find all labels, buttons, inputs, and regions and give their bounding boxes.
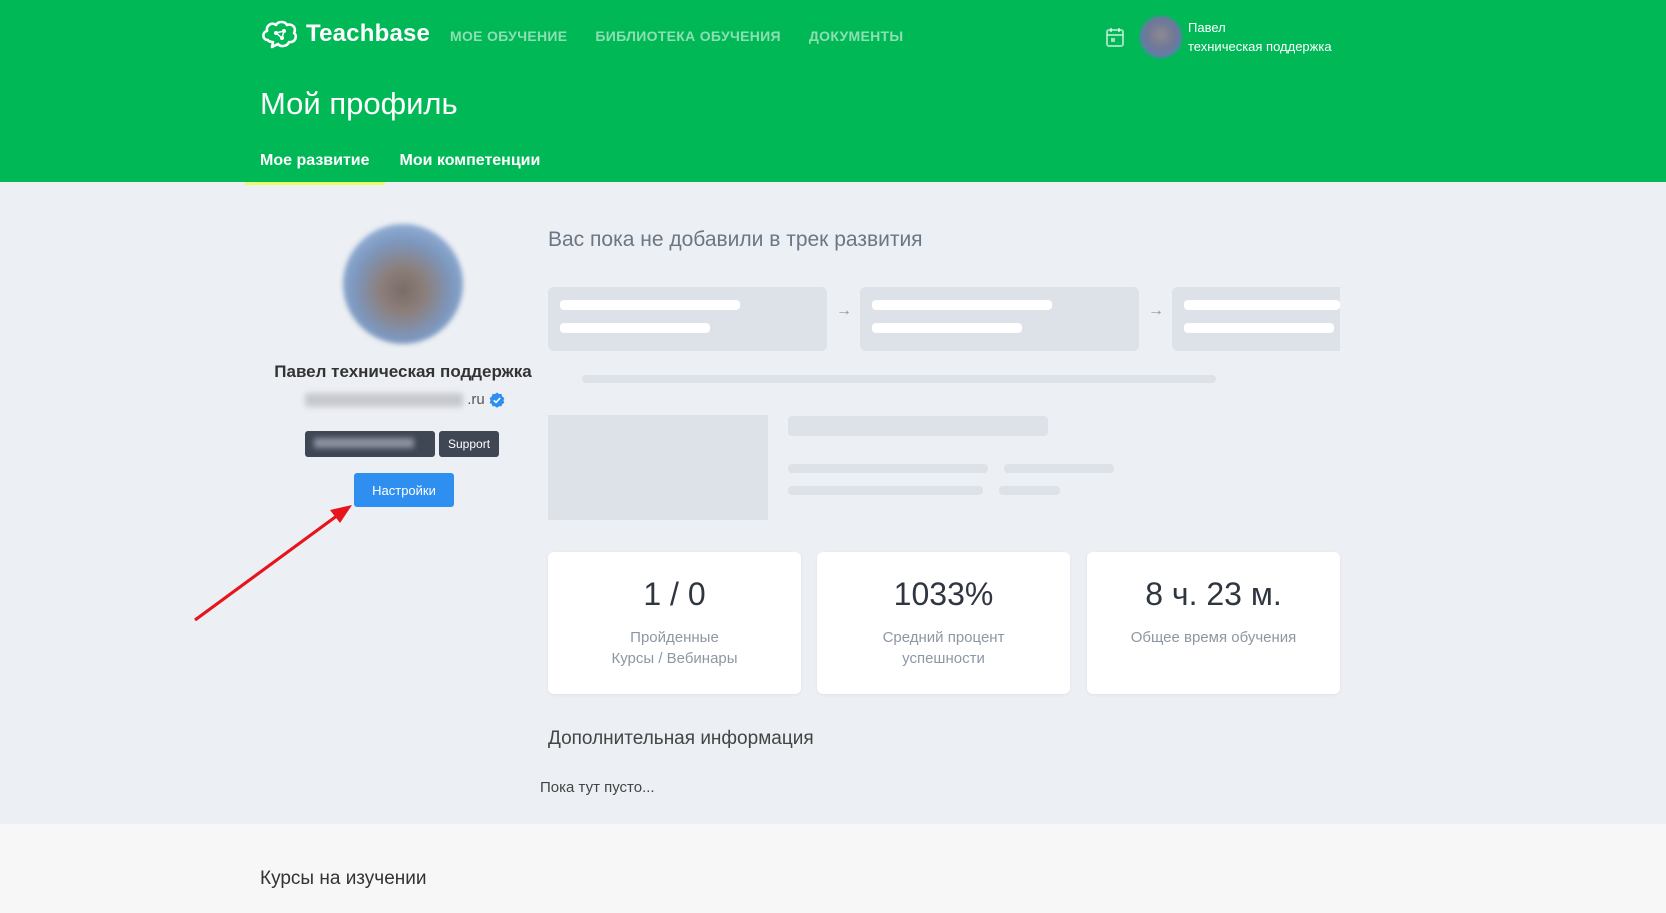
badge-redacted	[305, 431, 435, 457]
profile-email: .ru	[300, 391, 510, 408]
brand-logo[interactable]: Teachbase	[260, 18, 430, 50]
nav-learning-library[interactable]: БИБЛИОТЕКА ОБУЧЕНИЯ	[595, 28, 780, 44]
profile-badges: Support	[305, 431, 500, 457]
settings-button[interactable]: Настройки	[354, 473, 454, 507]
user-role: техническая поддержка	[1188, 39, 1332, 54]
profile-avatar	[343, 224, 463, 344]
brand-name: Teachbase	[306, 20, 431, 47]
email-redacted	[305, 392, 464, 407]
calendar-icon[interactable]	[1106, 27, 1124, 47]
stat-label-line1: Средний процент	[882, 629, 1005, 646]
extra-info-title: Дополнительная информация	[548, 728, 814, 749]
stat-label-line2: успешности	[902, 650, 985, 667]
stat-label: Средний процент успешности	[817, 627, 1070, 669]
stat-card-success: 1033% Средний процент успешности	[817, 552, 1070, 694]
tab-my-competencies[interactable]: Мои компетенции	[385, 142, 556, 185]
arrow-right-icon: →	[836, 302, 852, 319]
tab-my-development[interactable]: Мое развитие	[245, 142, 385, 185]
main-nav: МОЕ ОБУЧЕНИЕ БИБЛИОТЕКА ОБУЧЕНИЯ ДОКУМЕН…	[450, 28, 903, 44]
stat-label: Общее время обучения	[1087, 627, 1340, 648]
extra-info-empty: Пока тут пусто...	[540, 779, 655, 796]
nav-my-learning[interactable]: МОЕ ОБУЧЕНИЕ	[450, 28, 567, 44]
stat-label-line2: Курсы / Вебинары	[611, 650, 738, 667]
arrow-right-icon: →	[1148, 302, 1164, 319]
user-avatar[interactable]	[1140, 16, 1182, 58]
stat-label-line1: Пройденные	[630, 629, 719, 646]
header: Teachbase МОЕ ОБУЧЕНИЕ БИБЛИОТЕКА ОБУЧЕН…	[0, 0, 1666, 185]
courses-section: Курсы на изучении	[0, 824, 1666, 913]
nav-documents[interactable]: ДОКУМЕНТЫ	[809, 28, 904, 44]
courses-title: Курсы на изучении	[260, 868, 427, 889]
verified-check-icon	[489, 392, 505, 408]
badge-support: Support	[439, 431, 500, 457]
stat-card-courses: 1 / 0 Пройденные Курсы / Вебинары	[548, 552, 801, 694]
email-suffix: .ru	[467, 391, 485, 408]
page-title: Мой профиль	[260, 86, 458, 121]
profile-name: Павел техническая поддержка	[274, 362, 532, 381]
stat-label-line1: Общее время обучения	[1130, 629, 1297, 646]
stat-value: 1033%	[893, 576, 994, 612]
profile-tabs: Мое развитие Мои компетенции	[245, 142, 555, 185]
stat-label: Пройденные Курсы / Вебинары	[548, 627, 801, 669]
user-menu[interactable]: Павел техническая поддержка	[1188, 18, 1332, 56]
stat-value: 8 ч. 23 м.	[1145, 576, 1282, 612]
stat-value: 1 / 0	[643, 576, 706, 612]
track-empty-message: Вас пока не добавили в трек развития	[548, 228, 923, 251]
user-first-name: Павел	[1188, 20, 1226, 35]
brain-logo-icon	[262, 20, 298, 49]
stat-card-time: 8 ч. 23 м. Общее время обучения	[1087, 552, 1340, 694]
